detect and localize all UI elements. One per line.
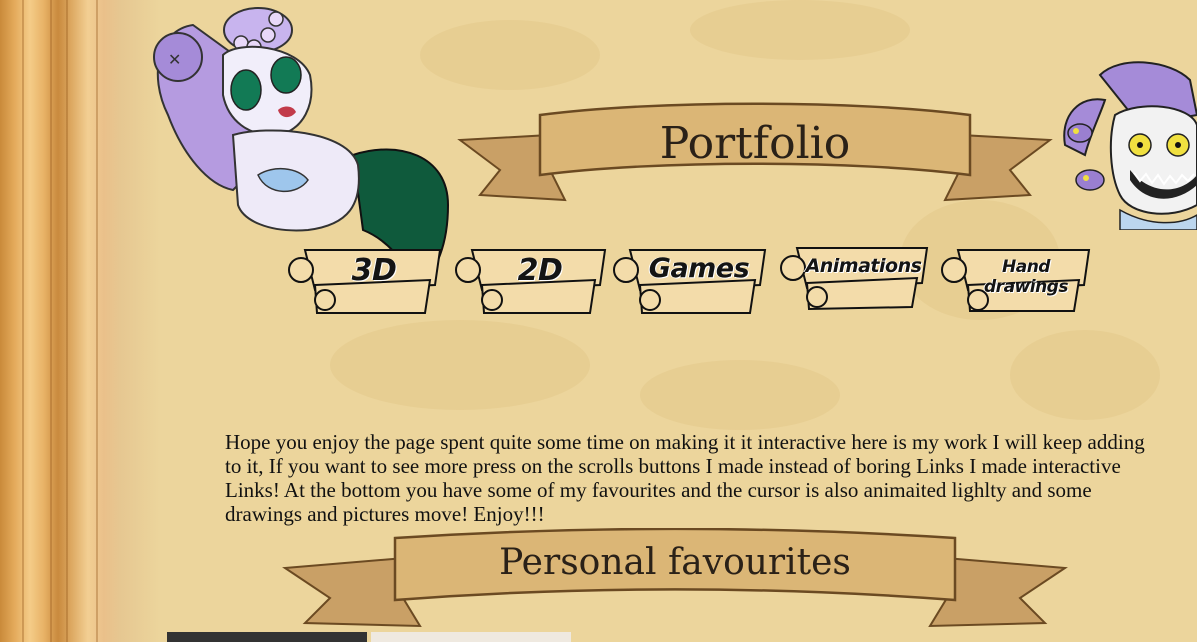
page-title: Portfolio bbox=[659, 118, 851, 169]
intro-text: Hope you enjoy the page spent quite some… bbox=[225, 430, 1145, 526]
svg-text:✕: ✕ bbox=[168, 50, 181, 69]
scroll-button-label: Hand drawings bbox=[984, 257, 1068, 297]
wooden-scroll-rod bbox=[0, 0, 160, 642]
scroll-button-hand-drawings[interactable]: Hand drawings bbox=[938, 245, 1094, 315]
favourite-thumbnail[interactable] bbox=[371, 632, 571, 642]
scroll-button-3d[interactable]: 3D bbox=[285, 245, 445, 315]
favourites-banner: Personal favourites bbox=[280, 528, 1070, 630]
scroll-button-label: Animations bbox=[805, 255, 922, 277]
scroll-button-label: 3D bbox=[351, 253, 397, 288]
favourite-thumbnail[interactable] bbox=[167, 632, 367, 642]
scroll-button-animations[interactable]: Animations bbox=[777, 245, 932, 315]
scroll-button-label: 2D bbox=[517, 253, 563, 288]
scroll-button-label: Games bbox=[648, 253, 750, 284]
medusa-illustration bbox=[1063, 61, 1197, 230]
portfolio-banner: Portfolio bbox=[455, 100, 1055, 210]
scroll-button-games[interactable]: Games bbox=[610, 245, 770, 315]
scroll-button-2d[interactable]: 2D bbox=[452, 245, 610, 315]
favourites-title: Personal favourites bbox=[499, 542, 851, 583]
